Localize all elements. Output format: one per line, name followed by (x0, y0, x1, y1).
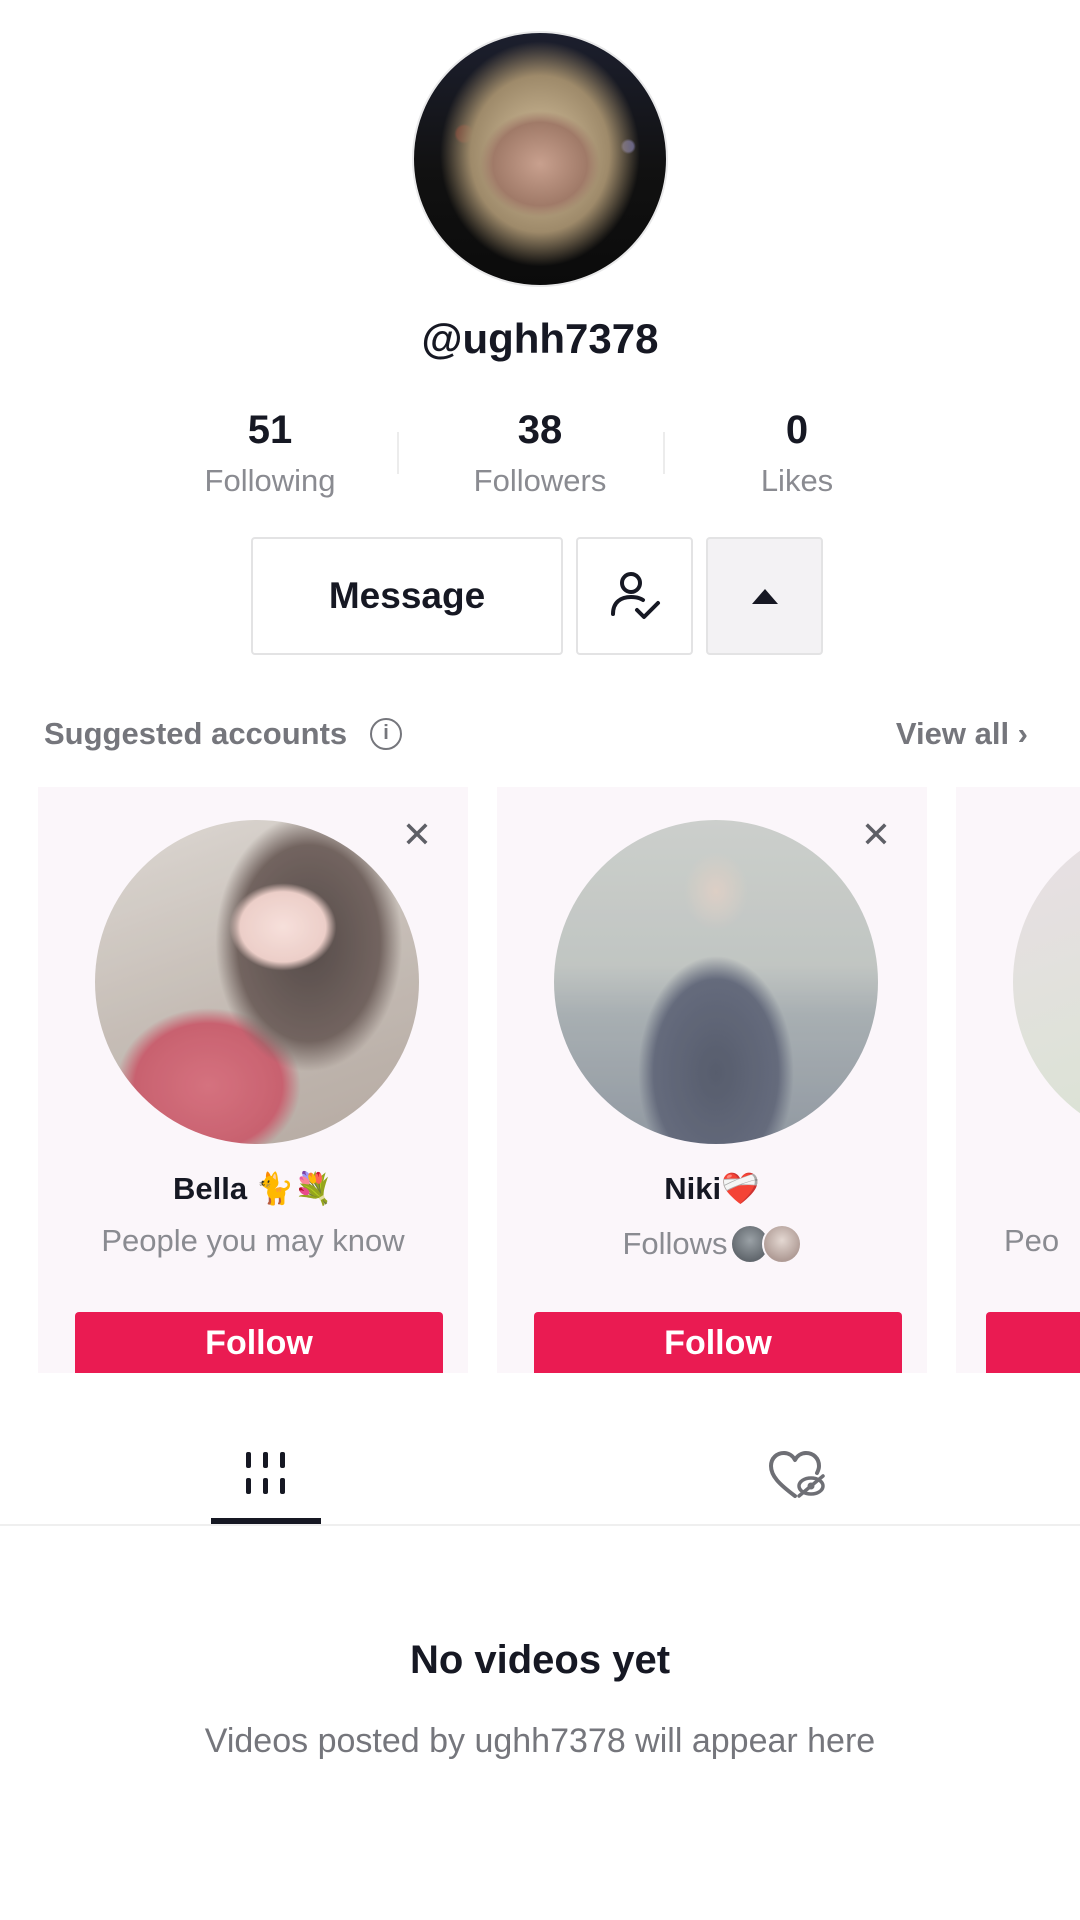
friends-button[interactable] (576, 537, 693, 655)
close-icon[interactable]: ✕ (402, 817, 432, 853)
mutual-avatar (761, 1224, 802, 1264)
suggested-card[interactable]: ✕ Niki❤️‍🩹 Follows Follow (497, 787, 927, 1373)
profile-avatar[interactable] (412, 31, 668, 287)
stat-following[interactable]: 51 Following (150, 405, 390, 499)
stat-likes-label: Likes (760, 463, 834, 498)
suggested-name: Bella 🐈💐 (173, 1171, 333, 1206)
suggested-avatar[interactable] (554, 820, 878, 1144)
suggested-accounts-title: Suggested accounts (44, 716, 348, 751)
suggested-reason: Peo (1004, 1223, 1060, 1258)
stat-likes-count: 0 (785, 408, 809, 452)
suggested-reason-label: Follows (622, 1226, 728, 1261)
stat-following-count: 51 (247, 408, 293, 452)
stat-followers[interactable]: 38 Followers (420, 405, 660, 499)
empty-state-title: No videos yet (409, 1638, 671, 1682)
suggestions-toggle-button[interactable] (706, 537, 823, 655)
info-icon[interactable]: i (370, 718, 402, 750)
stat-divider (397, 432, 399, 474)
profile-username: @ughh7378 (421, 315, 659, 362)
empty-state-subtitle: Videos posted by ughh7378 will appear he… (204, 1722, 876, 1760)
profile-page: @ughh7378 51 Following 38 Followers 0 Li… (0, 0, 1080, 1920)
follow-button[interactable]: Follow (534, 1312, 902, 1373)
stat-divider (663, 432, 665, 474)
tab-liked[interactable] (532, 1430, 1062, 1526)
suggested-card[interactable]: ✕ Bella 🐈💐 People you may know Follow (38, 787, 468, 1373)
follow-button[interactable] (986, 1312, 1080, 1373)
stat-followers-label: Followers (473, 463, 607, 498)
suggested-name: Niki❤️‍🩹 (664, 1171, 760, 1206)
suggested-avatar[interactable] (1013, 820, 1080, 1144)
person-check-icon (610, 572, 660, 619)
profile-stats: 51 Following 38 Followers 0 Likes (0, 405, 1080, 505)
view-all-link[interactable]: View all › (896, 712, 1028, 756)
stat-following-label: Following (204, 463, 336, 498)
stat-likes[interactable]: 0 Likes (677, 405, 917, 499)
message-button[interactable]: Message (251, 537, 563, 655)
stat-followers-count: 38 (517, 408, 563, 452)
tab-videos[interactable] (0, 1430, 532, 1526)
suggested-reason: Follows (497, 1224, 927, 1264)
tab-active-indicator (211, 1518, 321, 1524)
suggested-accounts-carousel[interactable]: ✕ Bella 🐈💐 People you may know Follow ✕ … (0, 787, 1080, 1373)
suggested-card[interactable]: Peo (956, 787, 1080, 1373)
profile-tabs (0, 1430, 1080, 1526)
grid-videos-icon (246, 1452, 285, 1494)
profile-actions: Message (0, 537, 1080, 655)
close-icon[interactable]: ✕ (861, 817, 891, 853)
caret-up-icon (751, 589, 778, 604)
liked-hidden-icon (769, 1451, 825, 1498)
suggested-avatar[interactable] (95, 820, 419, 1144)
suggested-accounts-header: Suggested accounts i View all › (44, 712, 1028, 756)
follow-button[interactable]: Follow (75, 1312, 443, 1373)
view-all-label: View all (895, 716, 1010, 751)
suggested-reason: People you may know (101, 1223, 405, 1258)
